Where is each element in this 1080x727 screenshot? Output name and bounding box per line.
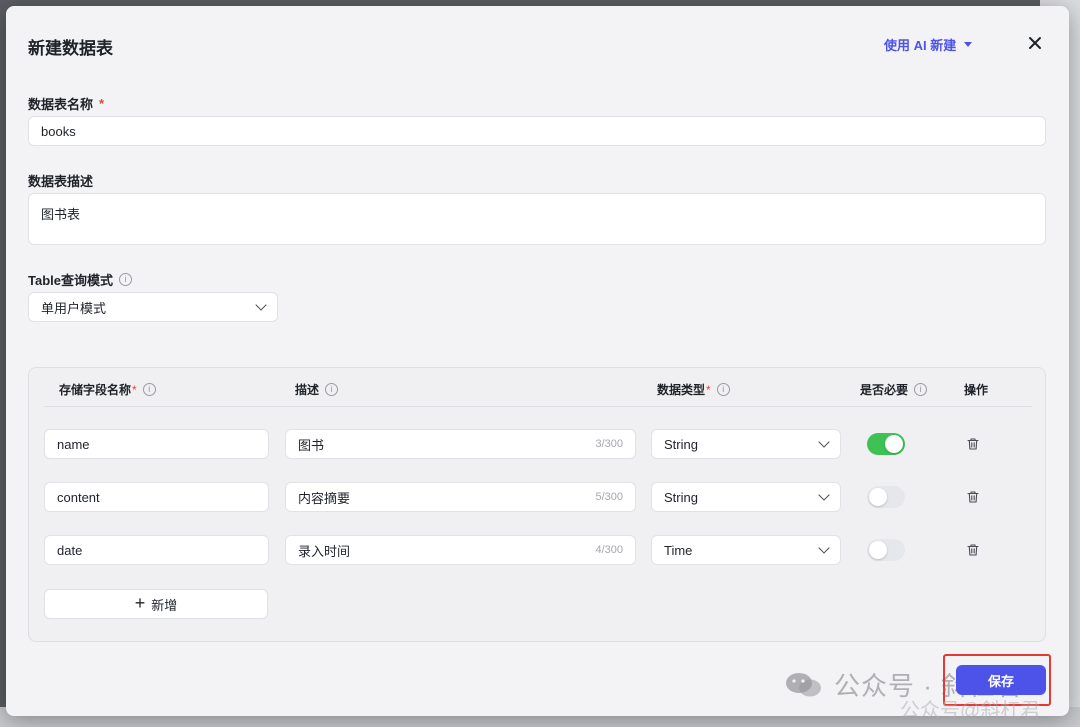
required-toggle[interactable] bbox=[867, 486, 905, 508]
required-mark: * bbox=[132, 382, 137, 397]
field-name-input[interactable]: name bbox=[44, 429, 269, 459]
toggle-knob bbox=[885, 435, 903, 453]
column-header-type: 数据类型 * i bbox=[657, 381, 730, 398]
column-header-description: 描述 i bbox=[295, 381, 339, 398]
close-icon[interactable] bbox=[1026, 34, 1044, 52]
trash-icon[interactable] bbox=[966, 437, 980, 451]
field-name-input[interactable]: date bbox=[44, 535, 269, 565]
create-table-modal: 新建数据表 使用 AI 新建 数据表名称 * books 数据表描述 图书表 T… bbox=[6, 6, 1069, 716]
table-name-label: 数据表名称 * bbox=[28, 96, 105, 112]
field-description-input[interactable]: 内容摘要 5/300 bbox=[285, 482, 636, 512]
info-icon[interactable]: i bbox=[716, 383, 730, 396]
trash-icon[interactable] bbox=[966, 543, 980, 557]
field-name-input[interactable]: content bbox=[44, 482, 269, 512]
char-counter: 3/300 bbox=[595, 438, 623, 450]
fields-panel: 存储字段名称 * i 描述 i 数据类型 * i 是否必要 i 操作 name … bbox=[28, 367, 1046, 642]
field-description-input[interactable]: 录入时间 4/300 bbox=[285, 535, 636, 565]
info-icon[interactable]: i bbox=[142, 383, 156, 396]
trash-icon[interactable] bbox=[966, 490, 980, 504]
query-mode-label: Table查询模式 i bbox=[28, 270, 132, 289]
info-icon[interactable]: i bbox=[119, 273, 132, 286]
table-name-input[interactable]: books bbox=[28, 116, 1046, 146]
toggle-knob bbox=[869, 541, 887, 559]
query-mode-select[interactable]: 单用户模式 bbox=[28, 292, 278, 322]
header-divider bbox=[44, 406, 1032, 407]
required-toggle[interactable] bbox=[867, 433, 905, 455]
modal-title: 新建数据表 bbox=[28, 39, 113, 58]
info-icon[interactable]: i bbox=[914, 383, 928, 396]
info-icon[interactable]: i bbox=[325, 383, 339, 396]
field-type-select[interactable]: Time bbox=[651, 535, 841, 565]
ai-create-dropdown[interactable]: 使用 AI 新建 bbox=[884, 35, 973, 54]
caret-down-icon bbox=[964, 42, 973, 47]
chevron-down-icon bbox=[818, 489, 830, 501]
watermark-small: 公众号@斜杠君 bbox=[900, 700, 1041, 722]
required-mark: * bbox=[706, 382, 711, 397]
chevron-down-icon bbox=[818, 436, 830, 448]
plus-icon: + bbox=[134, 593, 146, 613]
field-description-input[interactable]: 图书 3/300 bbox=[285, 429, 636, 459]
field-type-select[interactable]: String bbox=[651, 429, 841, 459]
field-type-select[interactable]: String bbox=[651, 482, 841, 512]
char-counter: 5/300 bbox=[595, 491, 623, 503]
chevron-down-icon bbox=[255, 299, 267, 311]
ai-create-label: 使用 AI 新建 bbox=[884, 38, 957, 53]
char-counter: 4/300 bbox=[595, 544, 623, 556]
chevron-down-icon bbox=[818, 542, 830, 554]
add-field-button[interactable]: + 新增 bbox=[44, 589, 268, 619]
column-header-actions: 操作 bbox=[964, 383, 989, 397]
table-description-textarea[interactable]: 图书表 bbox=[28, 193, 1046, 245]
required-toggle[interactable] bbox=[867, 539, 905, 561]
wechat-icon bbox=[786, 672, 821, 696]
toggle-knob bbox=[869, 488, 887, 506]
required-mark: * bbox=[99, 96, 105, 111]
column-header-name: 存储字段名称 * i bbox=[59, 381, 156, 398]
table-description-label: 数据表描述 bbox=[28, 174, 94, 189]
column-header-required: 是否必要 i bbox=[860, 381, 928, 398]
